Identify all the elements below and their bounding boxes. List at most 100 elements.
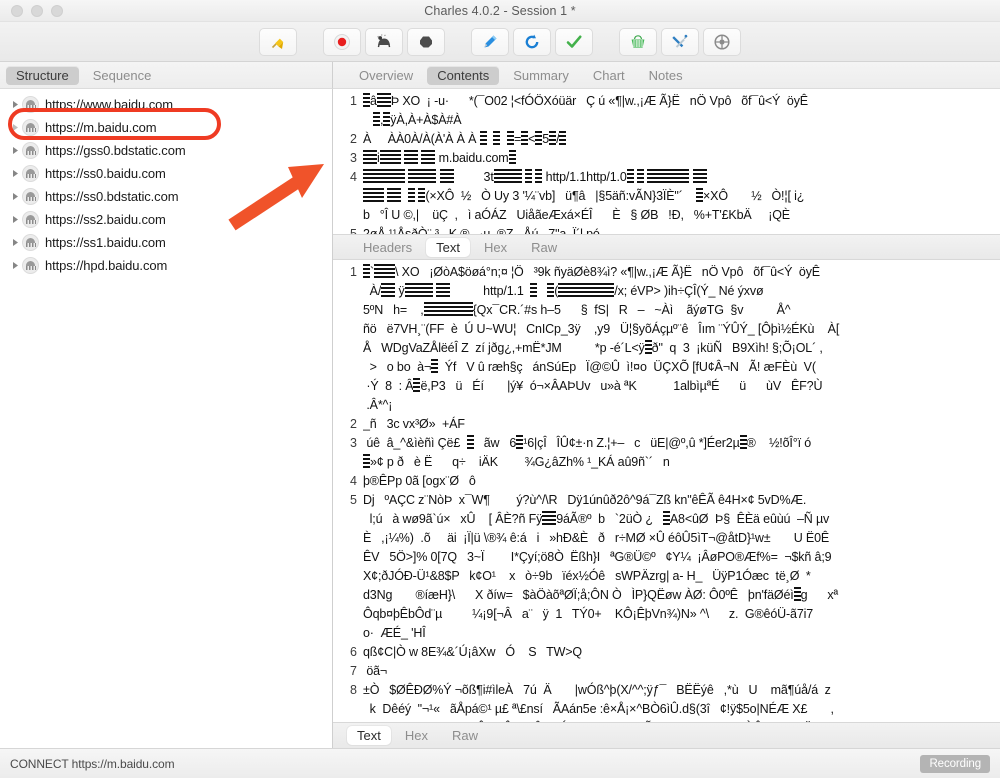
disclosure-triangle-icon[interactable]: [8, 261, 22, 270]
response-body-viewer[interactable]: 1 2 3 4 5 6 7 8 ` \ XO ¡ØòA$öøá°n;¤ ¦Ö ³9k ñyäØè…: [333, 260, 1000, 722]
main-toolbar: [0, 22, 1000, 62]
disclosure-triangle-icon[interactable]: [8, 100, 22, 109]
response-line: _ñ 3c vx³Ø» +ÁF: [363, 417, 465, 431]
subtab-hex-response[interactable]: Hex: [395, 726, 438, 745]
subtab-text-response[interactable]: Text: [347, 726, 391, 745]
charles-app-window: Charles 4.0.2 - Session 1 * Structure Se…: [0, 0, 1000, 778]
disclosure-triangle-icon[interactable]: [8, 215, 22, 224]
disclosure-triangle-icon[interactable]: [8, 169, 22, 178]
broom-icon: [269, 33, 287, 51]
dns-spoofing-button[interactable]: [703, 27, 741, 56]
tree-item-6[interactable]: https://ss1.baidu.com: [0, 231, 332, 254]
response-line-number: [333, 339, 357, 358]
request-line-numbers: 1 2 3 4 5: [333, 92, 363, 234]
zoom-window-button[interactable]: [51, 4, 63, 17]
validate-button[interactable]: [555, 27, 593, 56]
response-line-number: [333, 453, 357, 472]
tree-item-3[interactable]: https://ss0.baidu.com: [0, 162, 332, 185]
request-line-number: 5: [350, 227, 357, 234]
tree-item-label: https://ss2.baidu.com: [45, 212, 166, 227]
response-line: d3Ng ®íæH}\ X ðíw= $àÖàõªØÏ;å;ÔN Ò ÌP}QË…: [363, 587, 838, 602]
session-sidebar: https://www.baidu.com https://m.baidu.com…: [0, 89, 333, 748]
response-line: ·Ý 8 : Âë,P3 ü Éí |ý¥ ó¬×ÂAÞUv u»à ªK 1a…: [363, 378, 823, 393]
throttle-button[interactable]: [365, 27, 403, 56]
request-line: b °Î U ©,| üÇ , ì aÓÁZ UiåãeÆxá×ÉÎ È § Ø…: [363, 208, 790, 222]
response-line: È ,¡¼%) .õ äi ¡Ï|ü \®¾ ê:á i »hÐ&È ð r÷M…: [363, 531, 830, 545]
window-traffic-lights: [11, 4, 63, 17]
globe-site-icon: [22, 234, 39, 251]
disclosure-triangle-icon[interactable]: [8, 192, 22, 201]
response-line: ` \ XO ¡ØòA$öøá°n;¤ ¦Ö ³9k ñyäØè8¾ì? «¶|w…: [363, 263, 1000, 282]
target-wheel-icon: [713, 33, 731, 51]
response-line-number: 6: [350, 645, 357, 659]
compose-button[interactable]: [471, 27, 509, 56]
tree-item-label: https://ss0.bdstatic.com: [45, 189, 179, 204]
tab-structure[interactable]: Structure: [6, 65, 79, 85]
response-line-number: [333, 567, 357, 586]
response-line-number: 8: [350, 683, 357, 697]
disclosure-triangle-icon[interactable]: [8, 238, 22, 247]
response-line: X¢;ðJÓÐ-Ü¹&8$P k¢O¹ x ò÷9b ïéx½Óê sWPÄzr…: [363, 569, 811, 583]
tree-item-label: https://m.baidu.com: [45, 120, 157, 135]
request-line-number: 1: [350, 94, 357, 108]
subtab-text-request[interactable]: Text: [426, 237, 470, 257]
tree-item-7[interactable]: https://hpd.baidu.com: [0, 254, 332, 277]
tab-notes[interactable]: Notes: [639, 66, 693, 85]
subtab-raw-response[interactable]: Raw: [442, 726, 488, 745]
globe-site-icon: [22, 211, 39, 228]
checkmark-icon: [565, 33, 583, 51]
window-title: Charles 4.0.2 - Session 1 *: [424, 3, 576, 18]
wrench-screwdriver-icon: [671, 33, 689, 51]
breakpoints-button[interactable]: [407, 27, 445, 56]
request-line-number: [333, 206, 357, 225]
detail-pane: 1 2 3 4 5 âÞ XO ¡ -u· *(¯O02 ¦<fÓÖXóüär Ç ú …: [333, 89, 1000, 748]
refresh-icon: [523, 33, 541, 51]
request-body-viewer[interactable]: 1 2 3 4 5 âÞ XO ¡ -u· *(¯O02 ¦<fÓÖXóüär Ç ú …: [333, 89, 1000, 234]
globe-site-icon: [22, 119, 39, 136]
tab-chart[interactable]: Chart: [583, 66, 635, 85]
response-line-number: [333, 282, 357, 301]
response-line: À/ ÿ http/1.1 (/x; éVP> )ih÷ÇÎ(Ý_ Né ýxv…: [363, 283, 764, 298]
record-button[interactable]: [323, 27, 361, 56]
response-line: 5ºN h= , {Qx¯CR.´#s h–5 § fS| R – ~Àì ãýø…: [363, 302, 791, 317]
close-window-button[interactable]: [11, 4, 23, 17]
subtab-raw-request[interactable]: Raw: [521, 238, 567, 257]
response-subtabs: Text Hex Raw: [333, 722, 1000, 748]
tab-overview[interactable]: Overview: [349, 66, 423, 85]
stop-shape-icon: [417, 33, 435, 51]
tree-item-label: https://hpd.baidu.com: [45, 258, 168, 273]
status-connection-text: CONNECT https://m.baidu.com: [10, 756, 175, 771]
session-tree[interactable]: https://www.baidu.com https://m.baidu.com…: [0, 89, 332, 748]
status-bar: CONNECT https://m.baidu.com Recording: [0, 748, 1000, 778]
response-line-number: [333, 719, 357, 722]
subtab-headers[interactable]: Headers: [353, 238, 422, 257]
tab-sequence[interactable]: Sequence: [83, 66, 162, 85]
settings-tools-button[interactable]: [661, 27, 699, 56]
clear-session-button[interactable]: [259, 27, 297, 56]
turtle-icon: [375, 33, 393, 51]
response-line-number: 1: [350, 265, 357, 279]
tab-contents[interactable]: Contents: [427, 65, 500, 85]
response-line-number: [333, 510, 357, 529]
tree-item-5[interactable]: https://ss2.baidu.com: [0, 208, 332, 231]
tree-item-4[interactable]: https://ss0.bdstatic.com: [0, 185, 332, 208]
globe-site-icon: [22, 165, 39, 182]
disclosure-triangle-icon[interactable]: [8, 123, 22, 132]
repeat-button[interactable]: [513, 27, 551, 56]
detail-tabstrip: Overview Contents Summary Chart Notes: [333, 62, 1000, 89]
response-line-number: [333, 548, 357, 567]
disclosure-triangle-icon[interactable]: [8, 146, 22, 155]
tools-basket-button[interactable]: [619, 27, 657, 56]
request-line: i m.baidu.com: [363, 149, 1000, 168]
subtab-hex-request[interactable]: Hex: [474, 238, 517, 257]
response-line: ñö ë7VH¸¨(FF è Ú U~WU¦ CnICp_3ÿ ,y9 Ü¦§y…: [363, 322, 840, 336]
response-line-number: [333, 700, 357, 719]
request-line-number: [333, 111, 357, 130]
tree-item-2[interactable]: https://gss0.bdstatic.com: [0, 139, 332, 162]
response-line-number: [333, 624, 357, 643]
tab-summary[interactable]: Summary: [503, 66, 579, 85]
tree-item-0[interactable]: https://www.baidu.com: [0, 93, 332, 116]
tree-item-1[interactable]: https://m.baidu.com: [0, 116, 332, 139]
minimize-window-button[interactable]: [31, 4, 43, 17]
request-line-number: 4: [350, 170, 357, 184]
